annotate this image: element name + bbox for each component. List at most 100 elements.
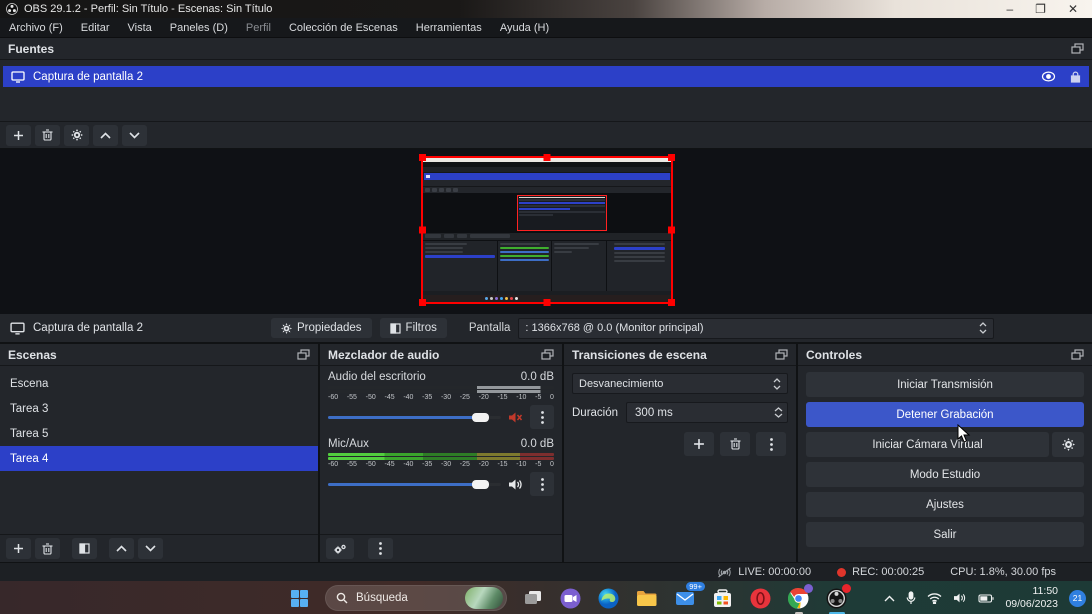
- taskbar-clock[interactable]: 11:50 09/06/2023: [1005, 585, 1058, 611]
- visibility-eye-icon[interactable]: [1041, 71, 1056, 82]
- start-virtual-camera-button[interactable]: Iniciar Cámara Virtual: [806, 432, 1049, 457]
- add-source-button[interactable]: [6, 124, 31, 146]
- resize-handle-mid-right[interactable]: [668, 226, 675, 234]
- spinner-arrows-icon: [979, 322, 987, 334]
- selected-source-preview[interactable]: [419, 154, 675, 306]
- resize-handle-bottom-left[interactable]: [419, 299, 426, 306]
- source-toolbar: Captura de pantalla 2 Propiedades Filtro…: [0, 314, 1092, 344]
- move-scene-up-button[interactable]: [109, 538, 134, 559]
- screen-select[interactable]: : 1366x768 @ 0.0 (Monitor principal): [518, 317, 995, 339]
- obs-app-icon[interactable]: [824, 583, 851, 614]
- menu-coleccion-escenas[interactable]: Colección de Escenas: [280, 19, 407, 37]
- tray-chevron-up-icon[interactable]: [884, 595, 895, 602]
- taskbar-search-input[interactable]: Búsqueda: [325, 585, 507, 611]
- meter-tick: 0: [550, 461, 554, 468]
- spin-down-icon[interactable]: [774, 413, 783, 418]
- menubar: Archivo (F) Editar Vista Paneles (D) Per…: [0, 18, 1092, 38]
- move-source-down-button[interactable]: [122, 124, 147, 146]
- resize-handle-mid-left[interactable]: [419, 226, 426, 234]
- popout-icon[interactable]: [775, 349, 788, 360]
- track-options-button[interactable]: [530, 405, 554, 429]
- preview-canvas[interactable]: [0, 149, 1092, 314]
- stop-recording-button[interactable]: Detener Grabación: [806, 402, 1084, 427]
- scene-item-escena[interactable]: Escena: [0, 371, 318, 396]
- exit-button[interactable]: Salir: [806, 522, 1084, 547]
- track-options-button[interactable]: [530, 472, 554, 496]
- popout-icon[interactable]: [297, 349, 310, 360]
- add-scene-button[interactable]: [6, 538, 31, 559]
- battery-icon[interactable]: [978, 593, 994, 603]
- popout-icon[interactable]: [1071, 43, 1084, 54]
- properties-button[interactable]: Propiedades: [270, 318, 372, 338]
- edge-browser-icon[interactable]: [596, 586, 621, 611]
- source-row-captura-de-pantalla-2[interactable]: Captura de pantalla 2: [3, 66, 1089, 87]
- move-source-up-button[interactable]: [93, 124, 118, 146]
- advanced-audio-properties-button[interactable]: [326, 538, 354, 559]
- menu-perfil[interactable]: Perfil: [237, 19, 280, 37]
- move-scene-down-button[interactable]: [138, 538, 163, 559]
- meter-scale: -60 -55 -50 -45 -40 -35 -30 -25 -20 -15 -10 -5 0: [328, 461, 554, 468]
- minimize-button[interactable]: –: [1006, 3, 1013, 15]
- menu-editar[interactable]: Editar: [72, 19, 119, 37]
- remove-transition-button[interactable]: [720, 432, 750, 456]
- mixer-options-button[interactable]: [368, 538, 393, 559]
- resize-handle-top-center[interactable]: [543, 154, 551, 161]
- duration-spinbox[interactable]: 300 ms: [626, 402, 788, 423]
- virtual-camera-settings-button[interactable]: [1052, 432, 1084, 457]
- task-view-button[interactable]: [520, 586, 545, 611]
- transition-options-button[interactable]: [756, 432, 786, 456]
- meter-tick: -55: [346, 394, 357, 401]
- wifi-icon[interactable]: [927, 592, 942, 604]
- microsoft-store-icon[interactable]: [710, 586, 735, 611]
- start-button[interactable]: [287, 586, 312, 611]
- volume-slider[interactable]: [328, 412, 501, 422]
- volume-icon[interactable]: [953, 592, 967, 604]
- start-streaming-button[interactable]: Iniciar Transmisión: [806, 372, 1084, 397]
- remove-source-button[interactable]: [35, 124, 60, 146]
- meter-tick: -45: [384, 461, 395, 468]
- menu-paneles[interactable]: Paneles (D): [161, 19, 237, 37]
- menu-herramientas[interactable]: Herramientas: [407, 19, 491, 37]
- filters-button[interactable]: Filtros: [379, 318, 447, 338]
- notification-count-badge[interactable]: 21: [1069, 589, 1086, 607]
- transition-select[interactable]: Desvanecimiento: [572, 373, 788, 394]
- opera-browser-icon[interactable]: [748, 586, 773, 611]
- menu-archivo[interactable]: Archivo (F): [0, 19, 72, 37]
- studio-mode-button[interactable]: Modo Estudio: [806, 462, 1084, 487]
- scene-item-tarea-3[interactable]: Tarea 3: [0, 396, 318, 421]
- resize-handle-top-left[interactable]: [419, 154, 426, 161]
- microphone-icon[interactable]: [906, 591, 916, 605]
- obs-logo-icon: [6, 3, 18, 15]
- lock-icon[interactable]: [1070, 71, 1081, 83]
- file-explorer-icon[interactable]: [634, 586, 659, 611]
- spin-up-icon[interactable]: [774, 407, 783, 412]
- popout-icon[interactable]: [1071, 349, 1084, 360]
- menu-vista[interactable]: Vista: [119, 19, 161, 37]
- maximize-button[interactable]: ❐: [1035, 3, 1046, 15]
- add-transition-button[interactable]: [684, 432, 714, 456]
- scene-item-tarea-5[interactable]: Tarea 5: [0, 421, 318, 446]
- display-icon: [10, 321, 25, 335]
- remove-scene-button[interactable]: [35, 538, 60, 559]
- resize-handle-top-right[interactable]: [668, 154, 675, 161]
- source-properties-button[interactable]: [64, 124, 89, 146]
- popout-icon[interactable]: [541, 349, 554, 360]
- resize-handle-bottom-right[interactable]: [668, 299, 675, 306]
- properties-label: Propiedades: [296, 322, 362, 334]
- search-placeholder: Búsqueda: [356, 592, 408, 604]
- camera-app-icon[interactable]: [558, 586, 583, 611]
- menu-ayuda[interactable]: Ayuda (H): [491, 19, 558, 37]
- stream-inactive-icon: [718, 567, 732, 577]
- resize-handle-bottom-center[interactable]: [543, 299, 551, 306]
- chrome-browser-icon[interactable]: [786, 583, 813, 614]
- meter-tick: -20: [478, 394, 489, 401]
- muted-speaker-icon[interactable]: [508, 411, 523, 424]
- volume-slider[interactable]: [328, 479, 501, 489]
- close-button[interactable]: ✕: [1068, 3, 1078, 15]
- scene-item-tarea-4-selected[interactable]: Tarea 4: [0, 446, 318, 471]
- scene-filters-button[interactable]: [72, 538, 97, 559]
- mail-app-icon[interactable]: 99+: [672, 581, 705, 611]
- meter-tick: -10: [516, 394, 527, 401]
- settings-button[interactable]: Ajustes: [806, 492, 1084, 517]
- speaker-icon[interactable]: [508, 478, 523, 491]
